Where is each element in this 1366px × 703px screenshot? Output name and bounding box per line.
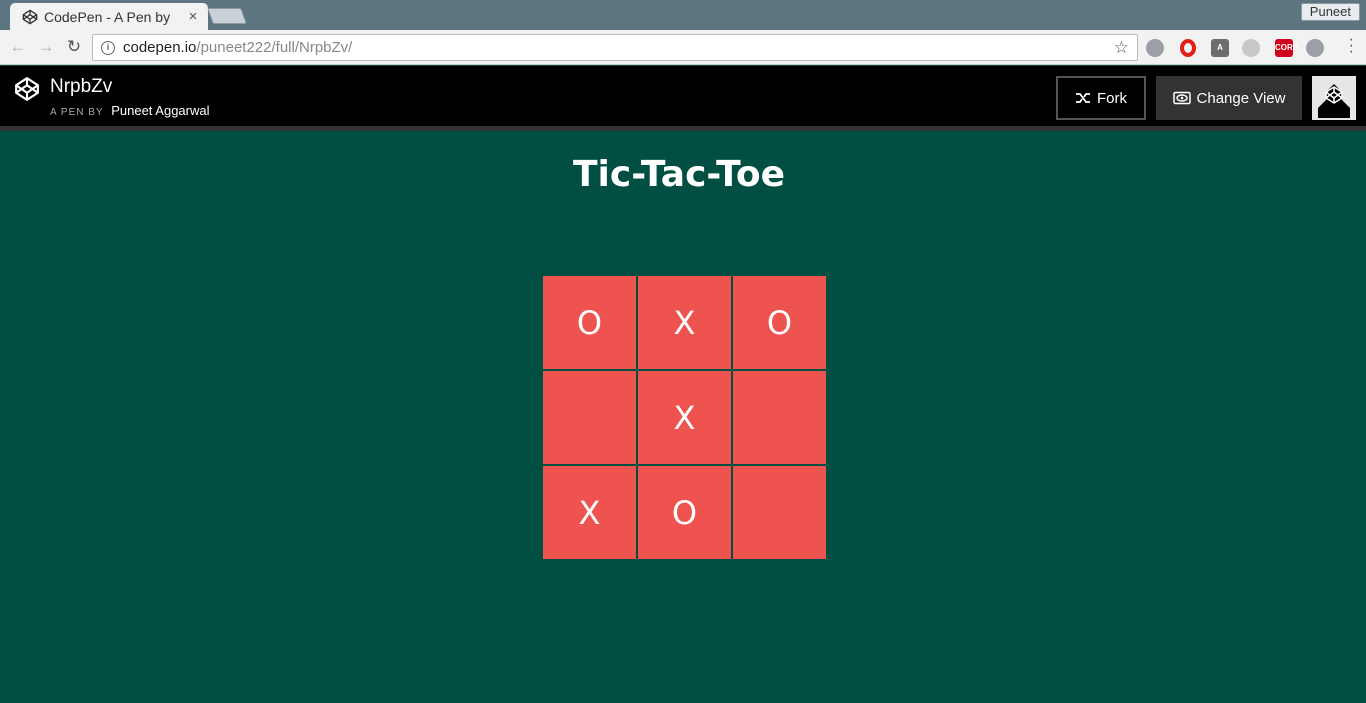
bookmark-star-icon[interactable]: ☆	[1114, 38, 1129, 58]
board-cell[interactable]: X	[638, 371, 731, 464]
url-text: codepen.io/puneet222/full/NrpbZv/	[123, 39, 353, 56]
react-icon[interactable]	[1306, 39, 1324, 57]
browser-tab[interactable]: CodePen - A Pen by ×	[10, 3, 208, 30]
board-cell[interactable]: X	[638, 276, 731, 369]
change-view-button[interactable]: Change View	[1156, 76, 1302, 120]
author-link[interactable]: Puneet Aggarwal	[111, 103, 209, 118]
opera-icon[interactable]	[1180, 39, 1196, 57]
board-cell[interactable]: O	[733, 276, 826, 369]
tab-close-icon[interactable]: ×	[186, 8, 200, 25]
board-cell[interactable]: O	[543, 276, 636, 369]
board-cell[interactable]	[733, 371, 826, 464]
profile-button[interactable]: Puneet	[1300, 3, 1360, 21]
eye-icon	[1172, 91, 1191, 105]
board-cell[interactable]	[733, 466, 826, 559]
game-board: OXOXXO	[543, 276, 826, 559]
board-cell[interactable]: X	[543, 466, 636, 559]
codepen-logo-icon[interactable]	[14, 76, 40, 102]
cors-icon[interactable]: CORS	[1275, 39, 1298, 57]
angular-icon[interactable]: A	[1211, 39, 1229, 57]
board-cell[interactable]: O	[638, 466, 731, 559]
user-avatar[interactable]	[1312, 76, 1356, 120]
fork-icon	[1076, 93, 1090, 103]
pen-title: NrpbZv	[50, 76, 113, 97]
address-bar[interactable]: i codepen.io/puneet222/full/NrpbZv/ ☆	[92, 34, 1138, 61]
tab-title: CodePen - A Pen by	[44, 8, 171, 25]
site-info-icon[interactable]: i	[101, 40, 115, 55]
chromecast-icon[interactable]	[1146, 39, 1164, 57]
pen-byline: A PEN BY Puneet Aggarwal	[50, 103, 210, 118]
game-title: Tic-Tac-Toe	[572, 154, 785, 195]
board-cell[interactable]	[543, 371, 636, 464]
change-view-label: Change View	[1196, 89, 1286, 107]
chrome-menu-icon[interactable]: · · ·	[1349, 32, 1354, 60]
byline-prefix: A PEN BY	[50, 107, 104, 118]
codepen-header: NrpbZv A PEN BY Puneet Aggarwal Fork Cha…	[0, 66, 1366, 131]
browser-tabstrip: CodePen - A Pen by × Puneet	[0, 0, 1366, 30]
new-tab-button[interactable]	[207, 8, 247, 24]
fork-label: Fork	[1097, 89, 1127, 107]
browser-toolbar: ← → ↻ i codepen.io/puneet222/full/NrpbZv…	[0, 30, 1366, 65]
forward-arrow-icon[interactable]: →	[36, 37, 56, 57]
back-arrow-icon[interactable]: ←	[8, 37, 28, 57]
codepen-favicon-icon	[22, 9, 38, 25]
reload-icon[interactable]: ↻	[64, 37, 84, 57]
fork-button[interactable]: Fork	[1056, 76, 1146, 120]
link-icon[interactable]	[1242, 39, 1260, 57]
